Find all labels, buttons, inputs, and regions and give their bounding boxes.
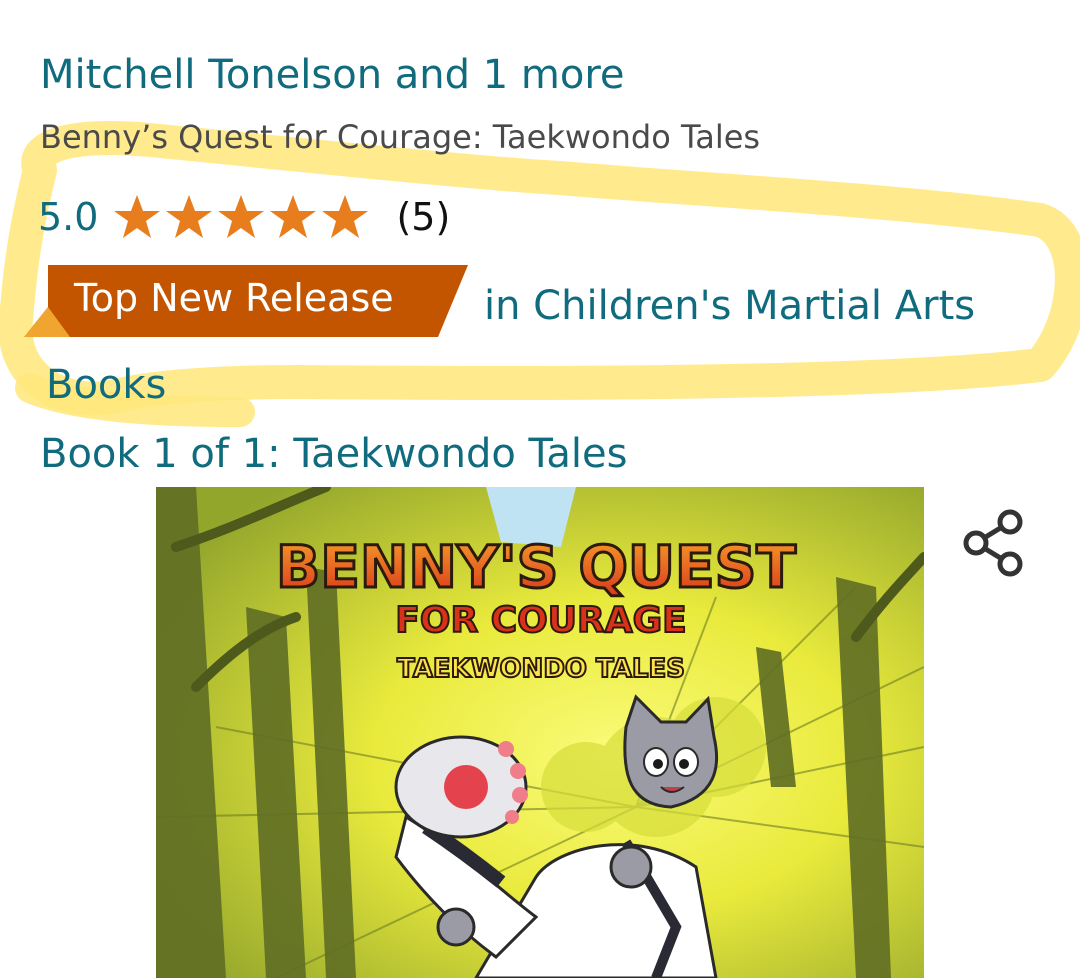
star-icon [270, 195, 317, 238]
cover-title-line2: FOR COURAGE [395, 600, 686, 641]
category-link-continued[interactable]: Books [46, 362, 166, 408]
rating-row[interactable]: 5.0 (5) [38, 193, 450, 241]
star-icon [166, 195, 213, 238]
cover-title-line1: BENNY'S QUEST [276, 533, 796, 601]
book-cover-image[interactable]: BENNY'S QUEST FOR COURAGE TAEKWONDO TALE… [156, 487, 924, 978]
category-link[interactable]: in Children's Martial Arts [484, 283, 975, 329]
share-icon[interactable] [962, 508, 1026, 578]
star-icon [218, 195, 265, 238]
author-link[interactable]: Mitchell Tonelson and 1 more [40, 52, 625, 98]
best-seller-badge-row: Top New Release in Children's Martial Ar… [24, 265, 975, 337]
badge-label: Top New Release [74, 276, 394, 320]
series-link[interactable]: Book 1 of 1: Taekwondo Tales [40, 431, 627, 477]
star-rating[interactable] [112, 193, 372, 241]
cover-title-line3: TAEKWONDO TALES [397, 654, 685, 684]
rating-count[interactable]: (5) [396, 195, 450, 239]
top-new-release-badge: Top New Release [24, 265, 468, 337]
book-title: Benny’s Quest for Courage: Taekwondo Tal… [40, 118, 761, 156]
star-icon [322, 195, 369, 238]
rating-value: 5.0 [38, 195, 99, 239]
star-icon [114, 195, 161, 238]
